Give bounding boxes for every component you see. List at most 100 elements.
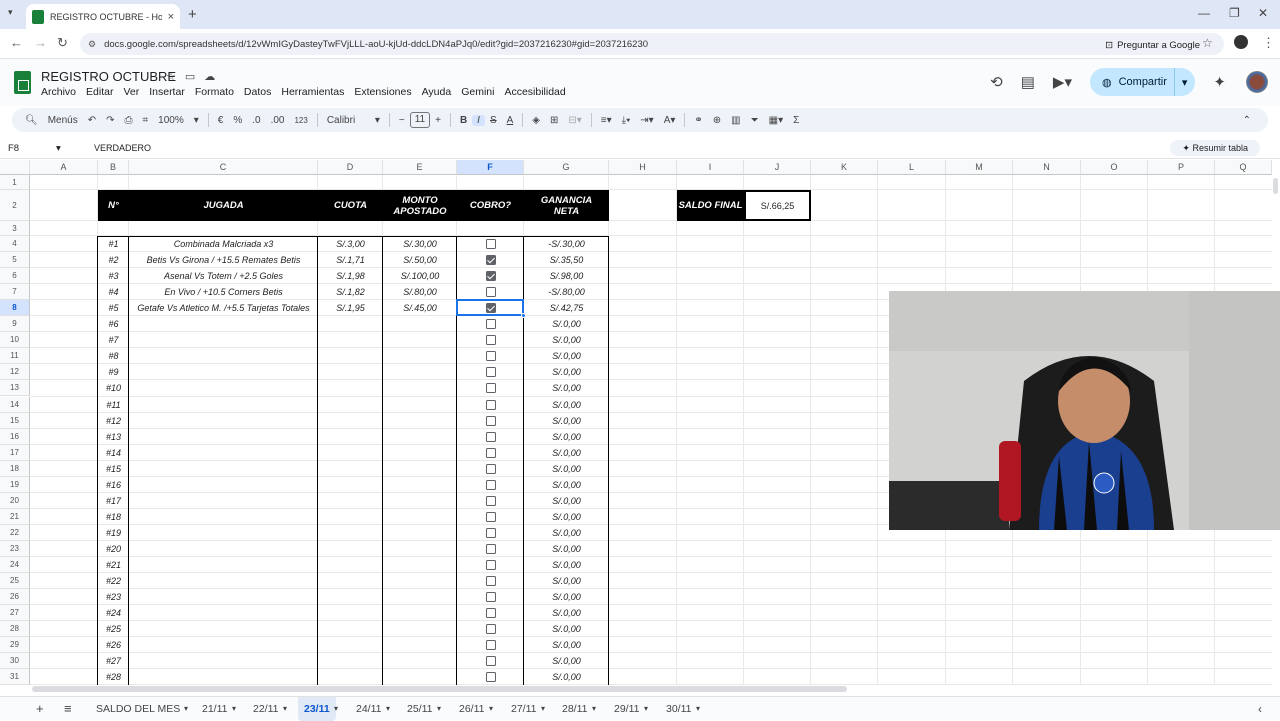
- table-cell-jugada[interactable]: [129, 637, 318, 653]
- table-cell-jugada[interactable]: [129, 380, 318, 396]
- row-header-27[interactable]: 27: [0, 605, 30, 622]
- table-cell-jugada[interactable]: Betis Vs Girona / +15.5 Remates Betis: [129, 252, 318, 268]
- table-cell-jugada[interactable]: [129, 541, 318, 557]
- menu-extensiones[interactable]: Extensiones: [354, 86, 411, 98]
- table-cell-monto[interactable]: [383, 477, 457, 493]
- table-cell-monto[interactable]: [383, 557, 457, 573]
- cobro-checkbox[interactable]: [485, 431, 496, 442]
- row-header-14[interactable]: 14: [0, 396, 30, 413]
- table-cell-jugada[interactable]: [129, 397, 318, 413]
- menu-ayuda[interactable]: Ayuda: [422, 86, 452, 98]
- row-header-10[interactable]: 10: [0, 332, 30, 349]
- text-rotation-icon[interactable]: A▾: [659, 115, 681, 126]
- cobro-checkbox[interactable]: [485, 672, 496, 683]
- sheet-tab-menu-icon[interactable]: ▾: [431, 697, 447, 721]
- table-cell-n[interactable]: #10: [98, 380, 129, 396]
- table-cell-monto[interactable]: S/.100,00: [383, 268, 457, 284]
- row-header-6[interactable]: 6: [0, 268, 30, 285]
- search-menus-icon[interactable]: 🔍︎: [20, 115, 43, 126]
- table-cell-jugada[interactable]: [129, 589, 318, 605]
- cobro-checkbox[interactable]: [485, 255, 496, 266]
- table-cell-cuota[interactable]: [318, 332, 383, 348]
- table-cell-ganancia[interactable]: S/.0,00: [524, 637, 609, 653]
- name-box-dropdown-icon[interactable]: ▾: [56, 143, 61, 154]
- table-cell-monto[interactable]: [383, 413, 457, 429]
- menu-editar[interactable]: Editar: [86, 86, 113, 98]
- bookmark-star-icon[interactable]: ☆: [1202, 36, 1213, 50]
- cobro-checkbox[interactable]: [485, 608, 496, 619]
- insert-chart-icon[interactable]: ▥: [726, 115, 745, 126]
- table-cell-cuota[interactable]: [318, 316, 383, 332]
- table-cell-n[interactable]: #20: [98, 541, 129, 557]
- table-cell-n[interactable]: #4: [98, 284, 129, 300]
- table-cell-n[interactable]: #15: [98, 461, 129, 477]
- table-cell-cuota[interactable]: [318, 621, 383, 637]
- cobro-checkbox[interactable]: [485, 399, 496, 410]
- table-cell-ganancia[interactable]: S/.0,00: [524, 477, 609, 493]
- table-cell-cuota[interactable]: S/.1,71: [318, 252, 383, 268]
- table-cell-monto[interactable]: [383, 348, 457, 364]
- table-cell-n[interactable]: #12: [98, 413, 129, 429]
- font-size-input[interactable]: 11: [409, 112, 431, 128]
- table-cell-cuota[interactable]: [318, 445, 383, 461]
- undo-icon[interactable]: ↶: [83, 115, 101, 126]
- table-cell-jugada[interactable]: [129, 316, 318, 332]
- redo-icon[interactable]: ↷: [101, 115, 119, 126]
- table-cell-jugada[interactable]: [129, 653, 318, 669]
- table-cell-n[interactable]: #1: [98, 236, 129, 252]
- doc-title[interactable]: REGISTRO OCTUBRE: [41, 69, 176, 84]
- cobro-checkbox[interactable]: [485, 367, 496, 378]
- menu-formato[interactable]: Formato: [195, 86, 234, 98]
- column-header-q[interactable]: Q: [1215, 160, 1272, 175]
- row-header-19[interactable]: 19: [0, 476, 30, 493]
- column-header-a[interactable]: A: [30, 160, 98, 175]
- column-header-g[interactable]: G: [524, 160, 609, 175]
- menu-ver[interactable]: Ver: [123, 86, 139, 98]
- merge-cells-icon[interactable]: ⊟▾: [563, 115, 586, 126]
- ask-google-button[interactable]: ⊡ Preguntar a Google: [1105, 37, 1200, 53]
- cobro-checkbox[interactable]: [485, 319, 496, 330]
- table-cell-ganancia[interactable]: S/.0,00: [524, 445, 609, 461]
- decrease-decimal[interactable]: .0: [247, 115, 265, 126]
- collapse-menus-icon[interactable]: ⌃: [1238, 115, 1256, 126]
- table-cell-ganancia[interactable]: S/.0,00: [524, 397, 609, 413]
- table-cell-ganancia[interactable]: S/.0,00: [524, 557, 609, 573]
- table-cell-n[interactable]: #13: [98, 429, 129, 445]
- column-header-n[interactable]: N: [1013, 160, 1081, 175]
- table-cell-cuota[interactable]: [318, 509, 383, 525]
- sheet-tab-menu-icon[interactable]: ▾: [535, 697, 551, 721]
- row-header-25[interactable]: 25: [0, 573, 30, 590]
- table-cell-cuota[interactable]: [318, 364, 383, 380]
- menu-accesibilidad[interactable]: Accesibilidad: [504, 86, 565, 98]
- row-header-31[interactable]: 31: [0, 669, 30, 685]
- table-cell-ganancia[interactable]: S/.0,00: [524, 653, 609, 669]
- row-header-5[interactable]: 5: [0, 252, 30, 269]
- cobro-checkbox[interactable]: [485, 495, 496, 506]
- row-header-23[interactable]: 23: [0, 540, 30, 557]
- table-cell-monto[interactable]: S/.45,00: [383, 300, 457, 316]
- table-cell-jugada[interactable]: [129, 525, 318, 541]
- cloud-status-icon[interactable]: ☁: [204, 70, 215, 83]
- table-cell-jugada[interactable]: [129, 445, 318, 461]
- table-cell-ganancia[interactable]: S/.0,00: [524, 509, 609, 525]
- table-cell-jugada[interactable]: [129, 364, 318, 380]
- column-header-p[interactable]: P: [1148, 160, 1215, 175]
- table-cell-monto[interactable]: [383, 653, 457, 669]
- table-cell-jugada[interactable]: [129, 461, 318, 477]
- font-size-decrease[interactable]: −: [394, 115, 410, 126]
- column-header-e[interactable]: E: [383, 160, 457, 175]
- paint-format-icon[interactable]: ⌗: [138, 115, 154, 126]
- table-cell-ganancia[interactable]: S/.0,00: [524, 364, 609, 380]
- table-cell-n[interactable]: #28: [98, 669, 129, 685]
- insert-comment-icon[interactable]: ⊕: [708, 115, 726, 126]
- name-box[interactable]: F8: [8, 143, 19, 154]
- table-cell-monto[interactable]: [383, 637, 457, 653]
- table-cell-cuota[interactable]: [318, 380, 383, 396]
- cobro-checkbox[interactable]: [485, 271, 496, 282]
- cobro-checkbox[interactable]: [485, 351, 496, 362]
- chevron-down-icon[interactable]: ▾: [370, 115, 385, 126]
- table-cell-n[interactable]: #8: [98, 348, 129, 364]
- sheet-tab-menu-icon[interactable]: ▾: [690, 697, 706, 721]
- cobro-checkbox[interactable]: [485, 640, 496, 651]
- table-cell-cuota[interactable]: [318, 348, 383, 364]
